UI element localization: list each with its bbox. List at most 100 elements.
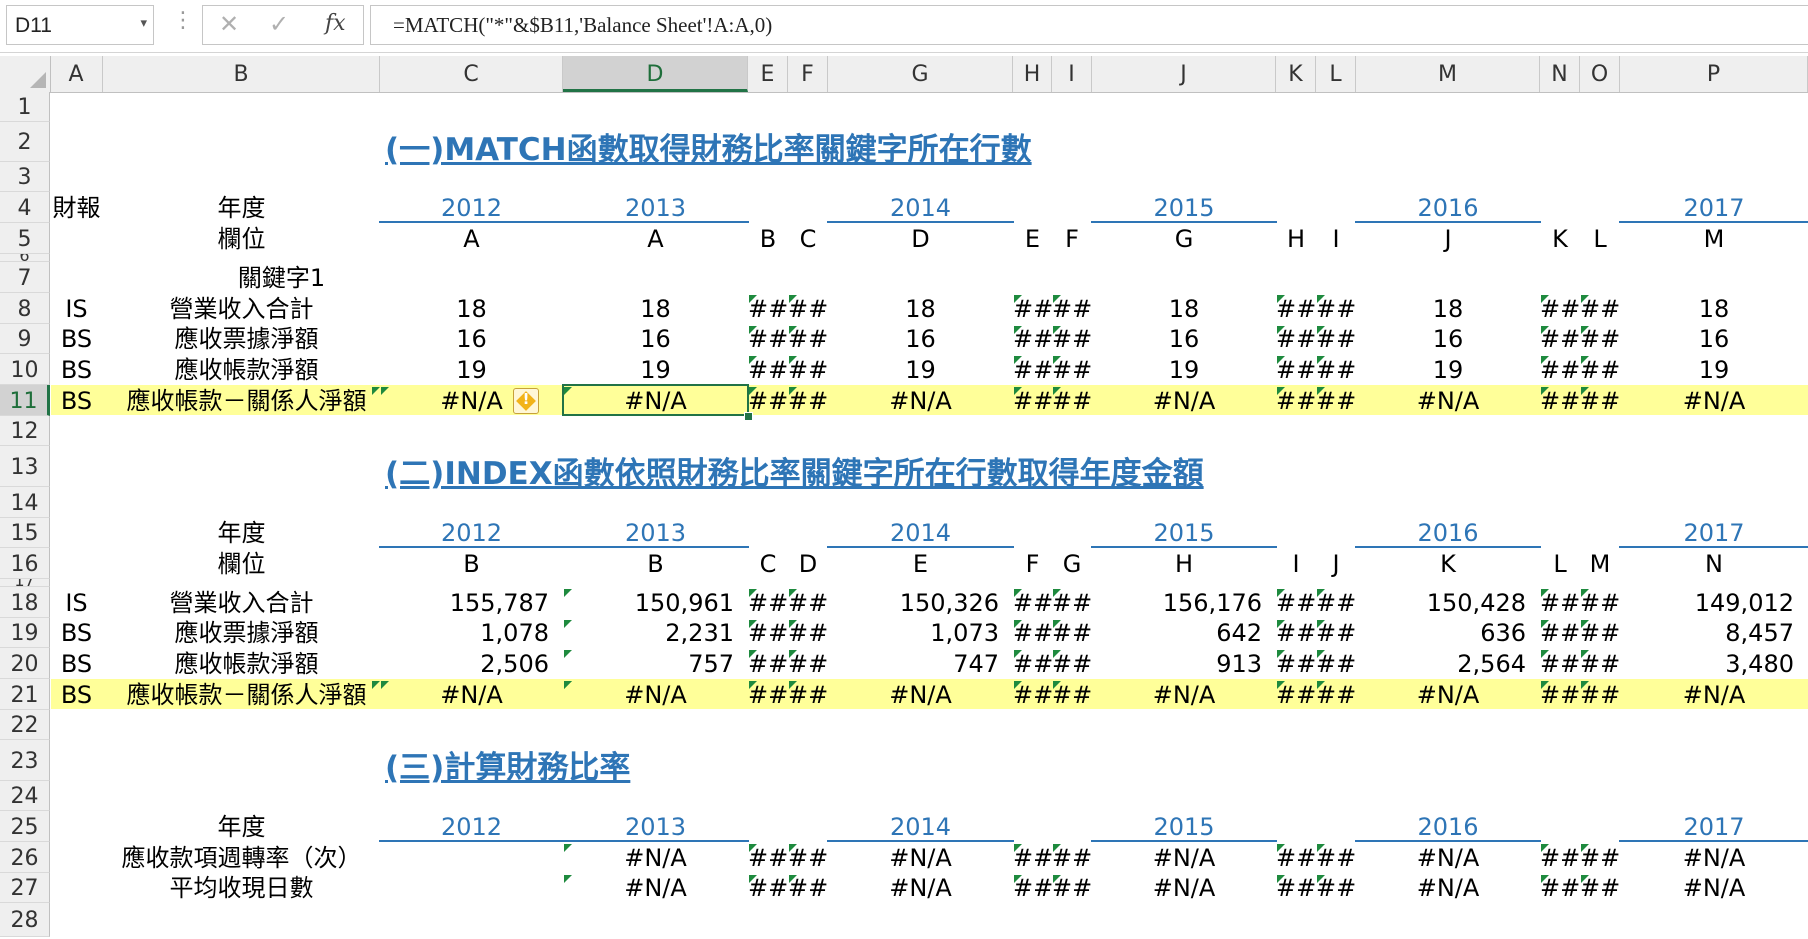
selected-cell-d11[interactable] — [562, 384, 749, 416]
select-all-icon — [30, 72, 46, 88]
row-header-15[interactable]: 15 — [0, 518, 50, 548]
error-indicator-icon — [1541, 356, 1549, 364]
column-header-a[interactable]: A — [50, 56, 103, 92]
column-header-l[interactable]: L — [1316, 56, 1356, 92]
statement-type: BS — [60, 325, 93, 353]
error-indicator-icon — [1317, 875, 1325, 883]
more-options-icon[interactable]: ⋮ — [172, 8, 194, 33]
row-header-10[interactable]: 10 — [0, 354, 50, 385]
error-indicator-icon — [1277, 844, 1285, 852]
error-indicator-icon — [1277, 387, 1285, 395]
row-header-14[interactable]: 14 — [0, 487, 50, 518]
column-header-c[interactable]: C — [380, 56, 563, 92]
select-all-button[interactable] — [0, 56, 51, 92]
cancel-icon[interactable]: ✕ — [219, 10, 239, 38]
row-header-11[interactable]: 11 — [0, 385, 50, 416]
year-label: 2015 — [1153, 194, 1215, 222]
row-header-24[interactable]: 24 — [0, 781, 50, 811]
error-indicator-icon — [1581, 650, 1589, 658]
row-header-1[interactable]: 1 — [0, 92, 50, 122]
match-result: 18 — [1168, 295, 1200, 323]
ratio-value: #N/A — [889, 874, 952, 902]
row-header-6[interactable]: 6 — [0, 254, 50, 262]
error-indicator-icon — [1317, 650, 1325, 658]
formula-input[interactable]: =MATCH("*"&$B11,'Balance Sheet'!A:A,0) — [370, 5, 1808, 45]
column-code: E — [1024, 225, 1041, 253]
row-header-23[interactable]: 23 — [0, 740, 50, 781]
year-underline — [1091, 221, 1277, 223]
column-header-b[interactable]: B — [103, 56, 380, 92]
match-result: 18 — [905, 295, 936, 323]
error-indicator-icon — [1541, 295, 1549, 303]
column-header-i[interactable]: I — [1052, 56, 1092, 92]
formula-bar: D11 ▾ ⋮ ✕ ✓ fx =MATCH("*"&$B11,'Balance … — [0, 0, 1808, 53]
error-indicator-icon — [1581, 875, 1589, 883]
column-header-j[interactable]: J — [1092, 56, 1276, 92]
row-header-5[interactable]: 5 — [0, 223, 50, 254]
row-header-25[interactable]: 25 — [0, 811, 50, 842]
row-header-9[interactable]: 9 — [0, 324, 50, 354]
confirm-icon[interactable]: ✓ — [269, 10, 289, 38]
match-result: 16 — [905, 325, 936, 353]
row-header-13[interactable]: 13 — [0, 446, 50, 487]
column-code: J — [1444, 225, 1452, 253]
row-header-3[interactable]: 3 — [0, 162, 50, 192]
error-warning-button[interactable]: ! — [513, 388, 539, 414]
fill-handle[interactable] — [744, 412, 753, 421]
row-header-2[interactable]: 2 — [0, 122, 50, 162]
label-keyword: 關鍵字1 — [237, 264, 326, 292]
row-header-21[interactable]: 21 — [0, 679, 50, 710]
row-header-7[interactable]: 7 — [0, 262, 50, 293]
formula-buttons: ✕ ✓ fx — [202, 5, 364, 45]
column-header-g[interactable]: G — [828, 56, 1013, 92]
column-header-h[interactable]: H — [1013, 56, 1052, 92]
insert-function-icon[interactable]: fx — [325, 11, 346, 36]
row-header-8[interactable]: 8 — [0, 293, 50, 324]
row-header-12[interactable]: 12 — [0, 416, 50, 446]
column-code: H — [1174, 550, 1194, 578]
item-name: 應收帳款－關係人淨額 — [126, 387, 367, 415]
column-header-p[interactable]: P — [1620, 56, 1808, 92]
error-indicator-icon — [1581, 387, 1589, 395]
column-header-f[interactable]: F — [788, 56, 828, 92]
error-indicator-icon — [1317, 681, 1325, 689]
column-header-k[interactable]: K — [1276, 56, 1316, 92]
error-indicator-icon — [1053, 620, 1061, 628]
column-header-n[interactable]: N — [1540, 56, 1580, 92]
match-result: 16 — [1698, 325, 1730, 353]
error-indicator-icon — [381, 681, 389, 689]
label-niandu: 年度 — [217, 194, 266, 222]
error-indicator-icon — [1014, 620, 1022, 628]
error-indicator-icon — [789, 875, 797, 883]
row-header-4[interactable]: 4 — [0, 192, 50, 223]
row-header-19[interactable]: 19 — [0, 618, 50, 648]
name-box[interactable]: D11 ▾ — [6, 5, 154, 45]
column-header-o[interactable]: O — [1580, 56, 1620, 92]
column-header-m[interactable]: M — [1356, 56, 1540, 92]
error-indicator-icon — [1581, 326, 1589, 334]
row-header-22[interactable]: 22 — [0, 710, 50, 740]
ratio-value: #N/A — [1682, 874, 1746, 902]
name-box-value: D11 — [15, 14, 52, 37]
match-result: 16 — [1432, 325, 1464, 353]
row-header-26[interactable]: 26 — [0, 842, 50, 873]
column-header-d[interactable]: D — [563, 56, 748, 92]
row-header-17[interactable]: 17 — [0, 579, 50, 587]
column-code: M — [1703, 225, 1725, 253]
year-label: 2014 — [889, 813, 952, 841]
column-code: A — [463, 225, 480, 253]
error-indicator-icon — [1581, 356, 1589, 364]
row-header-20[interactable]: 20 — [0, 648, 50, 679]
column-header-e[interactable]: E — [748, 56, 788, 92]
row-header-18[interactable]: 18 — [0, 587, 50, 618]
ratio-value: #N/A — [624, 874, 687, 902]
row-header-27[interactable]: 27 — [0, 873, 50, 903]
index-result: 913 — [1216, 650, 1262, 678]
error-indicator-icon — [1581, 589, 1589, 597]
error-indicator-icon — [749, 589, 757, 597]
chevron-down-icon[interactable]: ▾ — [140, 16, 147, 31]
row-header-28[interactable]: 28 — [0, 903, 50, 937]
row-header-16[interactable]: 16 — [0, 548, 50, 579]
error-indicator-icon — [789, 844, 797, 852]
column-code: B — [463, 550, 480, 578]
